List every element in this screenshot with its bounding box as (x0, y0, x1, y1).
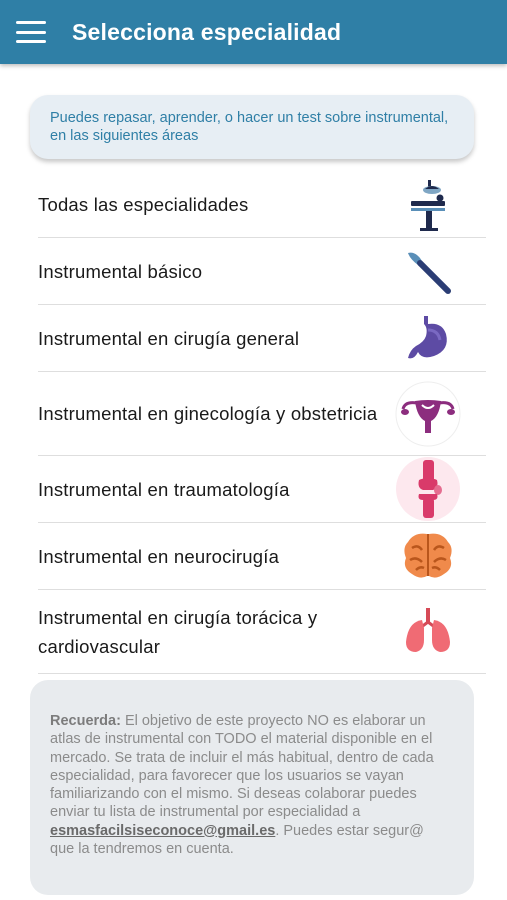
reminder-card: Recuerda: El objetivo de este proyecto N… (30, 680, 474, 895)
specialty-label: Instrumental en neurocirugía (38, 545, 280, 567)
info-card: Puedes repasar, aprender, o hacer un tes… (30, 95, 474, 159)
specialty-label: Instrumental en traumatología (38, 478, 290, 500)
operating-table-icon (393, 173, 463, 235)
specialty-label: Instrumental en cirugía general (38, 327, 300, 349)
reminder-text: El objetivo de este proyecto NO es elabo… (50, 713, 434, 821)
specialty-list: Todas las especialidades Instrumental bá… (38, 171, 486, 674)
specialty-label: Instrumental en cirugía torácica y cardi… (38, 606, 318, 657)
specialty-item-basic[interactable]: Instrumental básico (38, 238, 486, 305)
stomach-icon (393, 307, 463, 369)
specialty-item-thoracic-cardiovascular[interactable]: Instrumental en cirugía torácica y cardi… (38, 590, 486, 674)
page-title: Selecciona especialidad (72, 18, 342, 45)
hamburger-menu-icon[interactable] (16, 21, 46, 43)
uterus-icon (393, 381, 463, 446)
app-bar: Selecciona especialidad (0, 0, 507, 64)
specialty-item-general-surgery[interactable]: Instrumental en cirugía general (38, 305, 486, 372)
info-text: Puedes repasar, aprender, o hacer un tes… (50, 110, 449, 144)
scalpel-icon (393, 240, 463, 302)
specialty-item-gynecology[interactable]: Instrumental en ginecología y obstetrici… (38, 372, 486, 456)
specialty-item-neurosurgery[interactable]: Instrumental en neurocirugía (38, 523, 486, 590)
lungs-icon (393, 601, 463, 663)
reminder-heading: Recuerda: (50, 713, 121, 729)
contact-email-link[interactable]: esmasfacilsiseconoce@gmail.es (50, 823, 275, 839)
knee-joint-icon (393, 457, 463, 521)
specialty-item-traumatology[interactable]: Instrumental en traumatología (38, 456, 486, 523)
specialty-label: Instrumental en ginecología y obstetrici… (38, 403, 378, 424)
brain-icon (393, 525, 463, 587)
specialty-label: Instrumental básico (38, 260, 203, 282)
specialty-item-all[interactable]: Todas las especialidades (38, 171, 486, 238)
specialty-label: Todas las especialidades (38, 193, 249, 215)
